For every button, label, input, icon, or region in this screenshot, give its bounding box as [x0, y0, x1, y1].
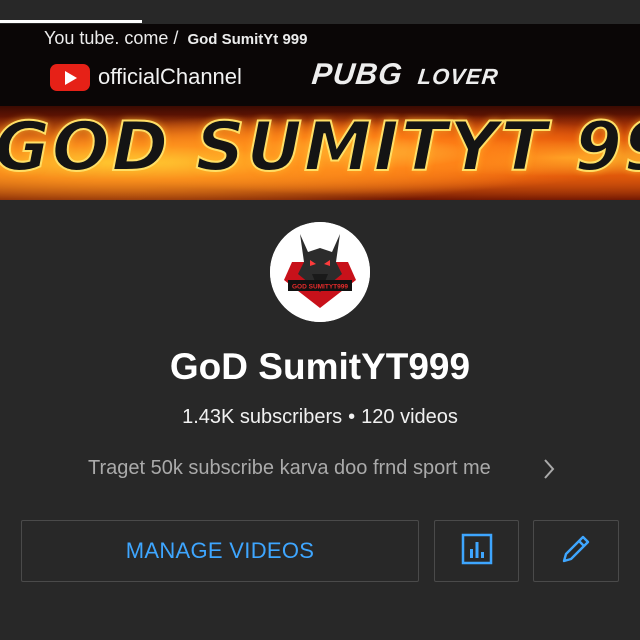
manage-videos-button[interactable]: MANAGE VIDEOS	[21, 520, 419, 582]
banner-pubg-lover: PUBG LOVER	[310, 58, 500, 92]
stats-separator: •	[348, 406, 356, 428]
banner-site-text: You tube. come / God SumitYt 999	[44, 28, 307, 49]
top-strip	[0, 0, 640, 24]
channel-stats: 1.43K subscribers • 120 videos	[0, 406, 640, 429]
analytics-button[interactable]	[434, 520, 519, 582]
banner-big-name: GOD SUMITYT 999	[0, 108, 640, 187]
subscriber-count: 1.43K subscribers	[182, 406, 343, 428]
avatar-badge-text: GOD SUMITYT999	[292, 284, 348, 291]
manage-videos-label: MANAGE VIDEOS	[125, 538, 315, 563]
video-count: 120 videos	[361, 406, 458, 428]
channel-description-row[interactable]: Traget 50k subscribe karva doo frnd spor…	[88, 455, 568, 483]
wolf-logo-icon: GOD SUMITYT999	[270, 222, 370, 322]
banner-site-prefix: You tube. come /	[44, 28, 179, 48]
pencil-icon	[558, 531, 594, 572]
channel-avatar[interactable]: GOD SUMITYT999	[270, 222, 370, 322]
banner-site-brand: God SumitYt 999	[187, 31, 308, 48]
channel-name: GoD SumitYT999	[169, 346, 471, 387]
chevron-right-icon	[542, 457, 556, 486]
channel-description: Traget 50k subscribe karva doo frnd spor…	[88, 457, 491, 479]
scroll-indicator	[0, 20, 142, 23]
bar-chart-icon	[460, 532, 494, 571]
banner-pubg-text: PUBG	[310, 58, 405, 91]
banner-official-channel: officialChannel	[98, 64, 242, 89]
channel-banner: You tube. come / God SumitYt 999 officia…	[0, 24, 640, 200]
banner-lover-text: LOVER	[416, 64, 500, 89]
youtube-logo-icon	[50, 64, 90, 91]
edit-channel-button[interactable]	[533, 520, 619, 582]
